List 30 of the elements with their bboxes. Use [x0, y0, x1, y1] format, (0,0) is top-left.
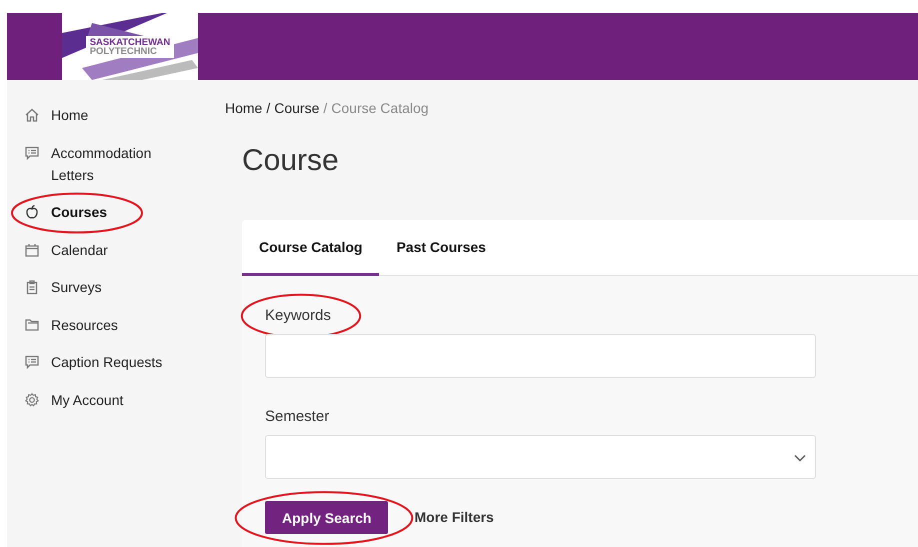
sidebar-item[interactable]: My Account [7, 384, 220, 414]
settings-icon [24, 392, 40, 408]
input-field[interactable] [265, 334, 816, 378]
field-label: Semester [265, 407, 330, 427]
logo-text: SASKATCHEWAN POLYTECHNIC [86, 36, 174, 58]
sidebar-item[interactable]: Calendar [7, 234, 220, 264]
folder-icon [24, 316, 40, 332]
page-title: Course [242, 143, 340, 179]
field-label: Keywords [265, 306, 331, 326]
apply-search-button[interactable]: Apply Search [265, 501, 388, 534]
breadcrumb-link[interactable]: Course [274, 98, 320, 118]
sidebar-item[interactable]: Home [7, 100, 220, 130]
more-filters-link[interactable]: More Filters [414, 508, 494, 524]
apple-icon [24, 204, 40, 220]
breadcrumb-current: Course Catalog [331, 99, 429, 118]
message-icon [24, 144, 40, 160]
sidebar-item[interactable]: Accommodation Letters [7, 138, 220, 190]
breadcrumb-link[interactable]: Home [225, 98, 262, 118]
select-field[interactable] [265, 435, 816, 479]
home-icon [24, 107, 40, 123]
sidebar-item[interactable]: Surveys [7, 272, 220, 302]
message-icon [24, 354, 40, 370]
breadcrumb-separator: / [266, 99, 270, 118]
sidebar-item[interactable]: Caption Requests [7, 347, 220, 377]
sidebar-item[interactable]: Courses [7, 197, 220, 227]
breadcrumb-separator: / [323, 99, 328, 118]
clipboard-icon [24, 279, 40, 295]
calendar-icon [24, 242, 40, 258]
tab[interactable]: Past Courses [379, 220, 503, 276]
sidebar-item[interactable]: Resources [7, 310, 220, 340]
